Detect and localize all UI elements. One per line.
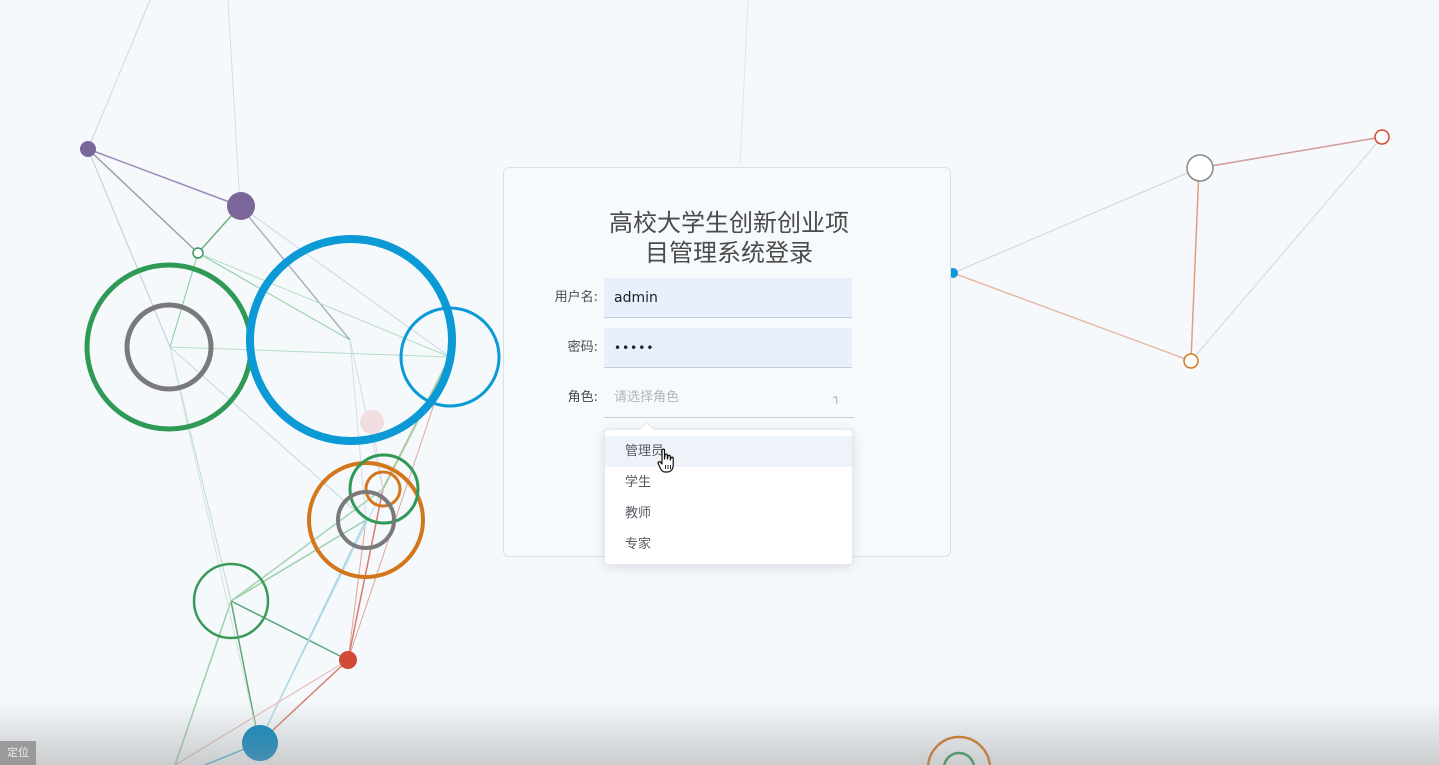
- dropdown-option-teacher[interactable]: 教师: [605, 498, 852, 529]
- dropdown-option-expert[interactable]: 专家: [605, 529, 852, 560]
- role-label: 角色:: [567, 390, 598, 405]
- password-input[interactable]: •••••: [604, 328, 852, 368]
- dropdown-option-admin[interactable]: 管理员: [605, 436, 852, 467]
- hand-pointer-cursor-icon: [657, 448, 674, 473]
- dropdown-option-student[interactable]: 学生: [605, 467, 852, 498]
- password-label: 密码:: [567, 340, 598, 355]
- username-label: 用户名:: [554, 290, 598, 305]
- role-dropdown: 管理员 学生 教师 专家: [604, 421, 853, 565]
- username-input[interactable]: [604, 278, 852, 318]
- role-select-placeholder: 请选择角色: [614, 390, 680, 405]
- locate-tag[interactable]: 定位: [0, 741, 36, 765]
- role-select[interactable]: 请选择角色 ┐: [604, 378, 854, 418]
- login-title: 高校大学生创新创业项目管理系统登录: [609, 209, 849, 267]
- chevron-down-icon: ┐: [833, 391, 840, 404]
